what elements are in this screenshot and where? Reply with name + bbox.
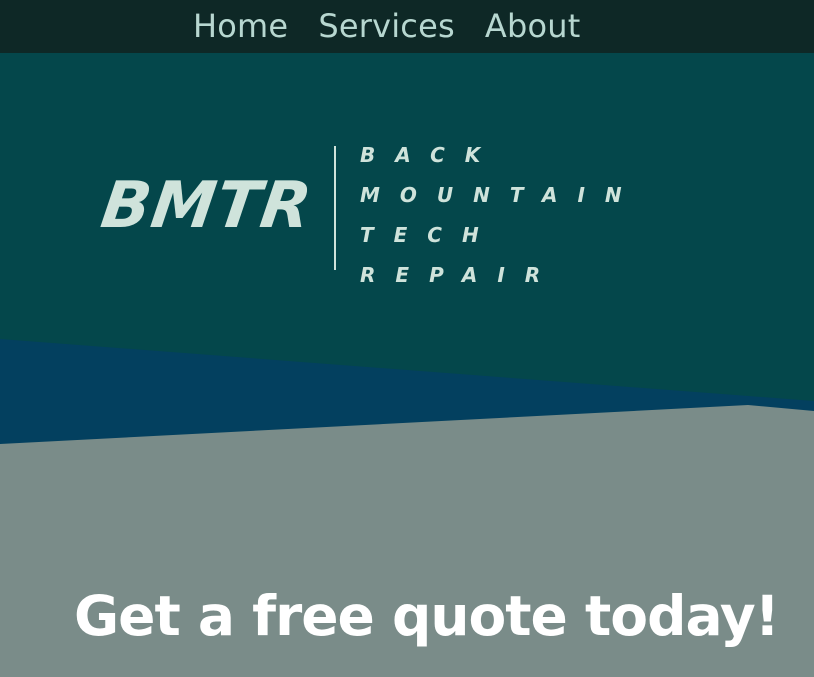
- logo-mark: BMTR: [96, 169, 317, 243]
- decorative-angled-bands: [0, 339, 814, 677]
- top-navigation-bar: Home Services About: [0, 0, 814, 53]
- nav-home-link[interactable]: Home: [193, 6, 288, 46]
- logo-word-tech: TECH: [360, 223, 499, 247]
- free-quote-heading: Get a free quote today!: [74, 584, 780, 648]
- nav-services-link[interactable]: Services: [318, 6, 455, 46]
- logo-divider: [334, 146, 336, 270]
- company-logo: BMTR BACK MOUNTAIN TECH REPAIR: [96, 130, 698, 287]
- main-nav: Home Services About: [193, 6, 580, 46]
- logo-word-mountain: MOUNTAIN: [360, 183, 642, 207]
- logo-word-back: BACK: [360, 143, 501, 167]
- logo-wordmark: BACK MOUNTAIN TECH REPAIR: [360, 135, 690, 295]
- logo-word-repair: REPAIR: [360, 263, 561, 287]
- nav-about-link[interactable]: About: [485, 6, 581, 46]
